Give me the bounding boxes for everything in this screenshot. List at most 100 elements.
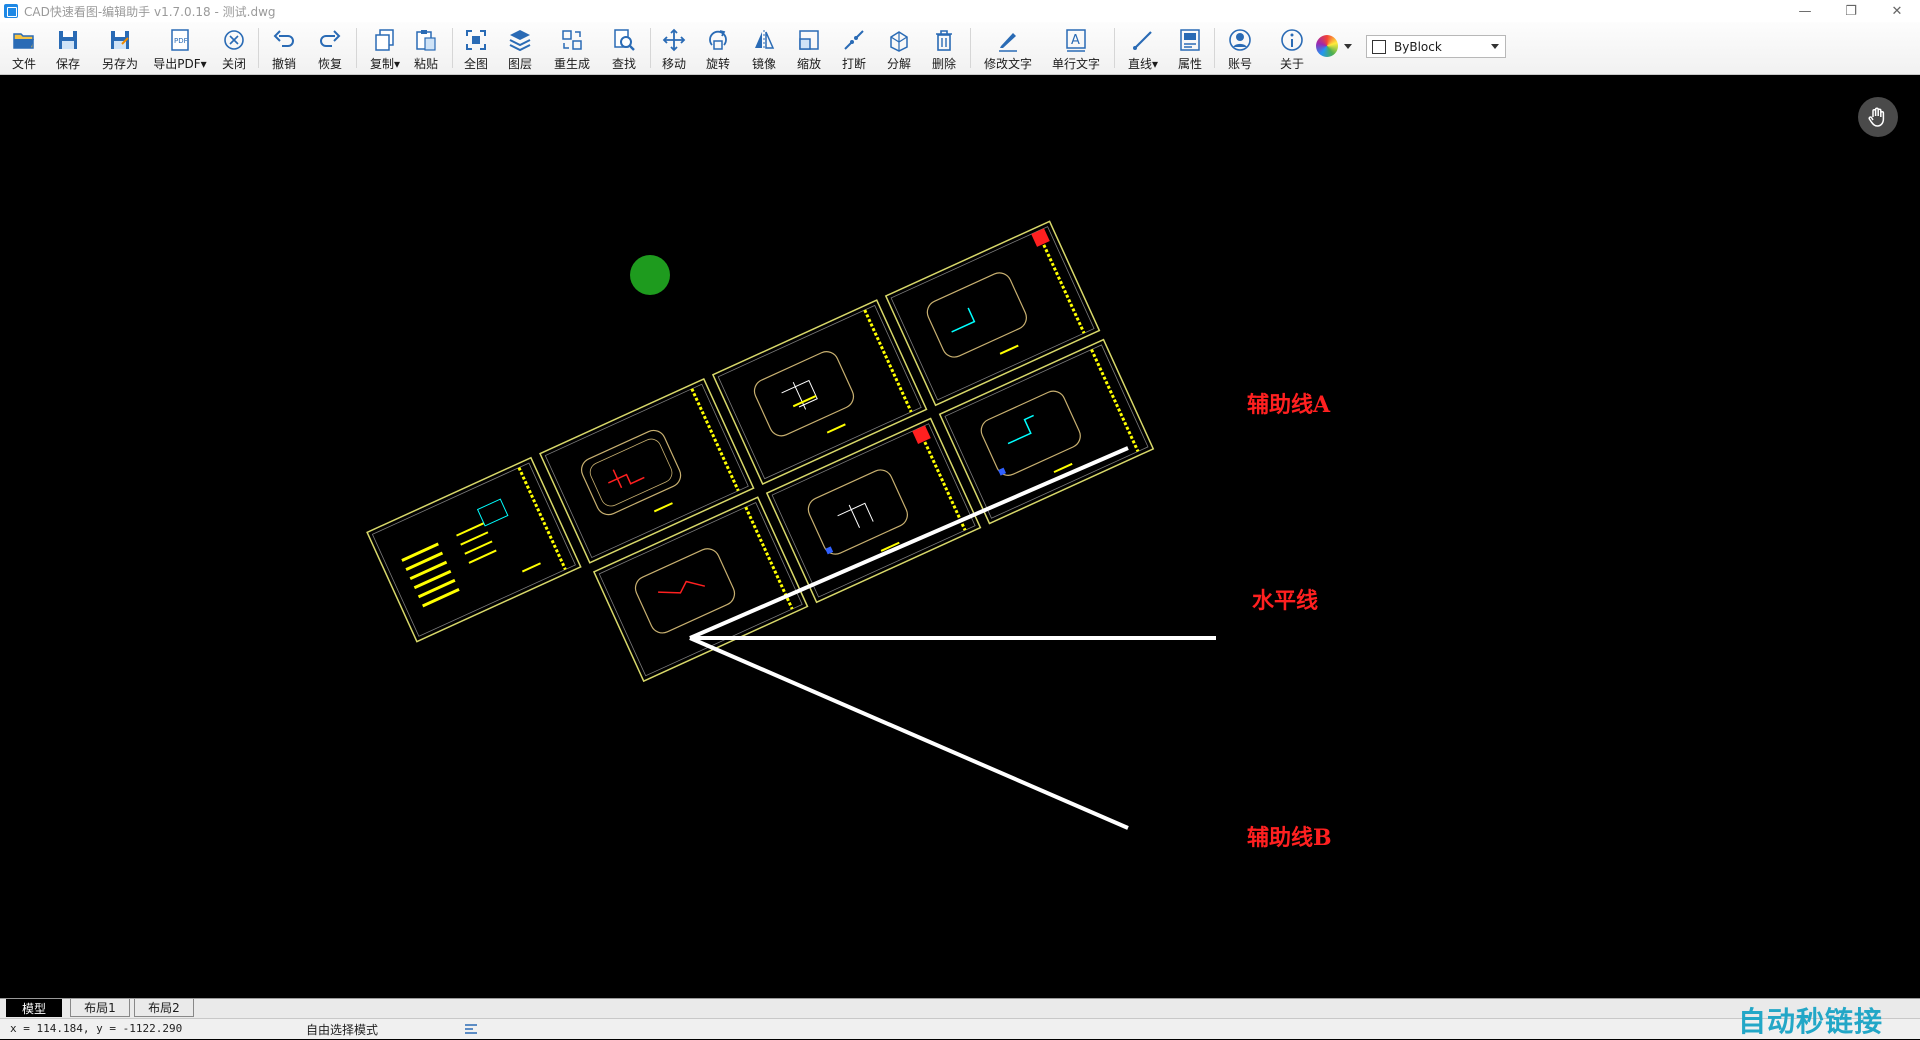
zoom-extents-button[interactable]: 全图 xyxy=(458,22,494,72)
window-title: CAD快速看图-编辑助手 v1.7.0.18 - 测试.dwg xyxy=(24,4,276,19)
toolbar-separator xyxy=(452,28,453,68)
drawing-sheet xyxy=(884,220,1101,407)
drawing-canvas[interactable]: 辅助线A 水平线 辅助线B xyxy=(0,75,1920,998)
line-button[interactable]: 直线▾ xyxy=(1120,22,1166,72)
break-button[interactable]: 打断 xyxy=(836,22,872,72)
close-file-button[interactable]: 关闭 xyxy=(216,22,252,72)
main-toolbar: 文件 保存 另存为 PDF 导出PDF▾ 关闭 撤销 恢复 复制▾ 粘贴 全图 … xyxy=(0,22,1920,75)
pan-button[interactable] xyxy=(1858,97,1898,137)
mode-list-icon[interactable] xyxy=(464,1023,478,1035)
scale-icon xyxy=(799,30,819,50)
line-icon xyxy=(1133,31,1152,50)
scale-button[interactable]: 缩放 xyxy=(791,22,827,72)
properties-button[interactable]: 属性 xyxy=(1172,22,1208,72)
app-logo-icon xyxy=(4,4,18,18)
undo-button[interactable]: 撤销 xyxy=(266,22,302,72)
drawing-sheet xyxy=(592,496,809,683)
restore-button[interactable]: ❐ xyxy=(1828,0,1874,22)
linetype-select[interactable]: ByBlock xyxy=(1366,35,1506,58)
color-wheel-icon xyxy=(1316,35,1338,57)
linetype-swatch xyxy=(1372,39,1386,54)
toolbar-separator xyxy=(650,28,651,68)
coordinate-readout: x = 114.184, y = -1122.290 xyxy=(10,1022,183,1035)
explode-button[interactable]: 分解 xyxy=(881,22,917,72)
tab-layout1[interactable]: 布局1 xyxy=(70,999,130,1017)
save-icon xyxy=(59,31,77,49)
toolbar-separator xyxy=(356,28,357,68)
svg-text:PDF: PDF xyxy=(174,37,188,45)
redo-button[interactable]: 恢复 xyxy=(312,22,348,72)
drawing-sheet xyxy=(765,417,982,604)
regenerate-button[interactable]: 重生成 xyxy=(548,22,596,72)
hand-pan-icon xyxy=(1868,107,1885,127)
layers-button[interactable]: 图层 xyxy=(502,22,538,72)
close-circle-icon xyxy=(224,30,244,50)
move-button[interactable]: 移动 xyxy=(656,22,692,72)
sheet-group xyxy=(366,220,1155,683)
guide-line-a[interactable] xyxy=(689,446,1129,640)
color-picker[interactable] xyxy=(1316,34,1358,58)
folder-open-icon xyxy=(13,33,34,49)
undo-icon xyxy=(273,30,294,47)
paste-button[interactable]: 粘贴 xyxy=(408,22,444,72)
toolbar-separator xyxy=(1114,28,1115,68)
regenerate-icon xyxy=(562,30,582,50)
export-pdf-icon: PDF xyxy=(171,29,189,51)
copy-button[interactable]: 复制▾ xyxy=(362,22,408,72)
save-button[interactable]: 保存 xyxy=(50,22,86,72)
chevron-down-icon xyxy=(1491,44,1499,49)
toolbar-separator xyxy=(1214,28,1215,68)
edit-text-icon xyxy=(999,33,1017,52)
mirror-button[interactable]: 镜像 xyxy=(746,22,782,72)
single-line-text-icon: A xyxy=(1066,29,1086,52)
single-line-text-button[interactable]: A 单行文字 xyxy=(1046,22,1106,72)
drawing-sheet xyxy=(938,338,1155,525)
cad-drawing xyxy=(366,220,1216,830)
zoom-extents-icon xyxy=(466,30,486,50)
layers-icon xyxy=(509,30,531,52)
label-guide-line-a: 辅助线A xyxy=(1247,392,1331,418)
drawing-sheet xyxy=(366,456,582,643)
tab-model[interactable]: 模型 xyxy=(6,999,62,1017)
move-icon xyxy=(662,28,686,52)
mirror-icon xyxy=(755,30,775,50)
tab-layout2[interactable]: 布局2 xyxy=(134,999,194,1017)
properties-icon xyxy=(1180,29,1200,51)
export-pdf-button[interactable]: PDF 导出PDF▾ xyxy=(153,22,207,72)
watermark-logo: 自动秒链接 xyxy=(1738,1005,1884,1038)
account-button[interactable]: 账号 xyxy=(1222,22,1258,72)
label-horizontal-line: 水平线 xyxy=(1252,588,1319,614)
label-guide-line-b: 辅助线B xyxy=(1247,825,1332,851)
title-bar: CAD快速看图-编辑助手 v1.7.0.18 - 测试.dwg — ❐ ✕ xyxy=(0,0,1920,23)
svg-text:A: A xyxy=(1071,33,1080,48)
chevron-down-icon xyxy=(1344,43,1352,49)
break-icon xyxy=(844,30,864,50)
selection-mode[interactable]: 自由选择模式 xyxy=(306,1021,378,1038)
find-icon xyxy=(614,29,635,51)
toolbar-separator xyxy=(970,28,971,68)
account-icon xyxy=(1229,29,1251,51)
find-button[interactable]: 查找 xyxy=(606,22,642,72)
guide-line-b[interactable] xyxy=(689,636,1129,830)
paste-icon xyxy=(416,30,436,51)
redo-icon xyxy=(320,30,341,47)
cursor-marker xyxy=(630,255,670,295)
status-bar: x = 114.184, y = -1122.290 自由选择模式 xyxy=(0,1018,1920,1039)
minimize-button[interactable]: — xyxy=(1782,0,1828,22)
drawing-sheet xyxy=(539,377,755,564)
delete-button[interactable]: 删除 xyxy=(926,22,962,72)
info-icon xyxy=(1281,29,1303,51)
window-controls: — ❐ ✕ xyxy=(1782,0,1920,22)
save-as-button[interactable]: 另存为 xyxy=(98,22,142,72)
close-window-button[interactable]: ✕ xyxy=(1874,0,1920,22)
edit-text-button[interactable]: 修改文字 xyxy=(978,22,1038,72)
linetype-value: ByBlock xyxy=(1394,39,1442,54)
about-button[interactable]: 关于 xyxy=(1274,22,1310,72)
save-as-icon xyxy=(111,31,129,49)
rotate-button[interactable]: 旋转 xyxy=(700,22,736,72)
drawing-sheet xyxy=(711,299,928,485)
layout-tab-bar: 模型 布局1 布局2 xyxy=(0,998,1920,1018)
copy-icon xyxy=(375,29,394,51)
rotate-icon xyxy=(709,30,727,50)
file-button[interactable]: 文件 xyxy=(6,22,42,72)
